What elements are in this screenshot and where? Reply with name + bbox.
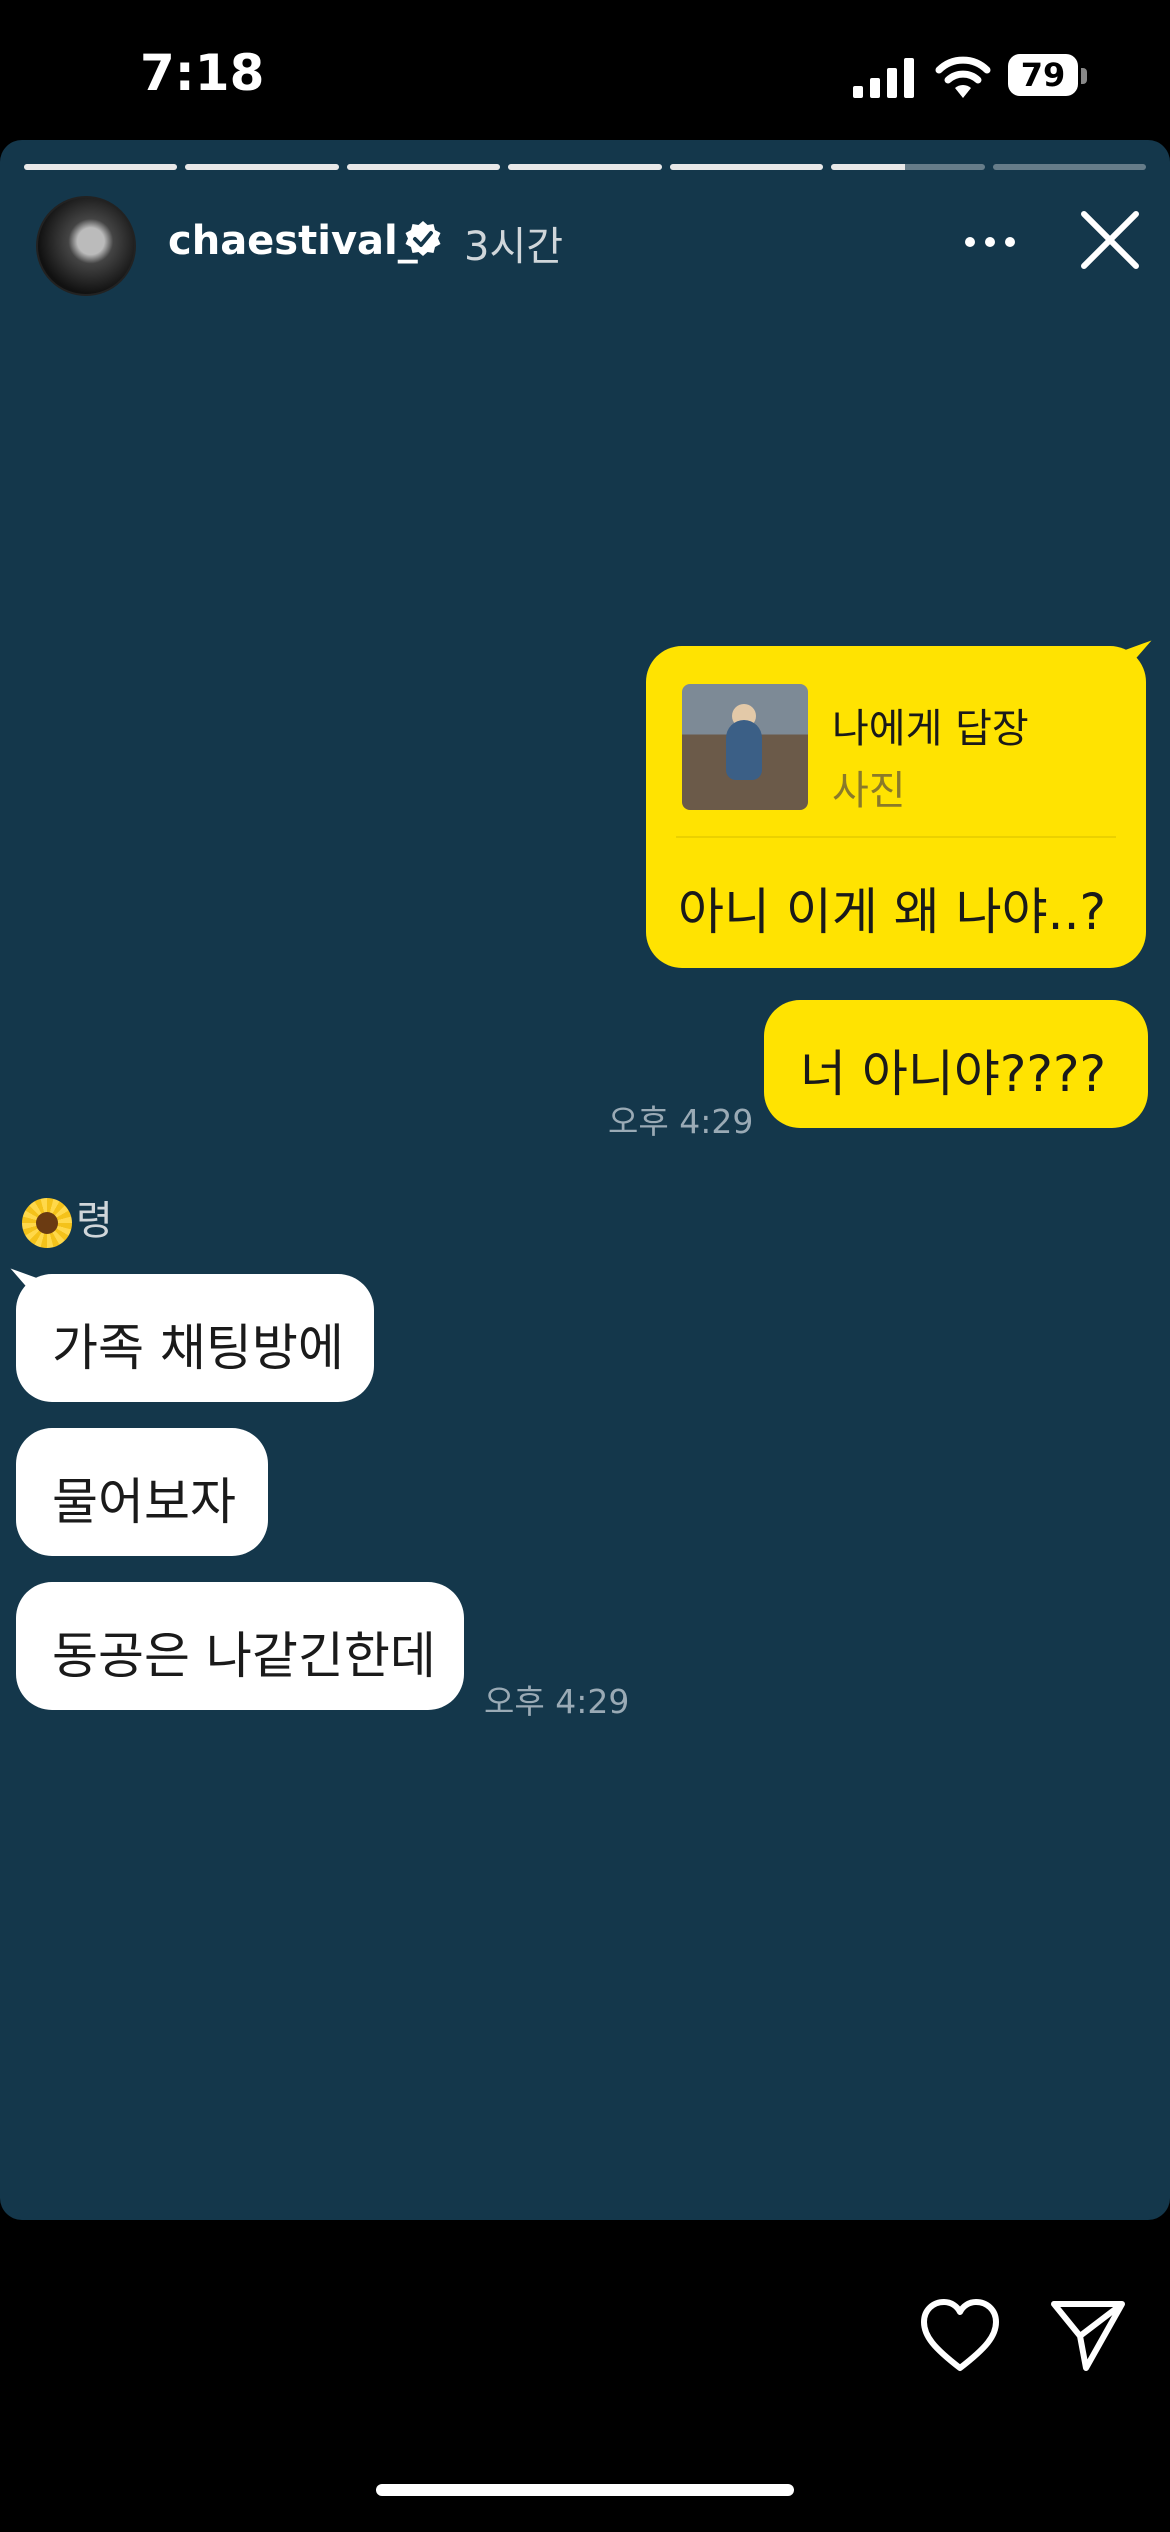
reply-photo-thumbnail bbox=[682, 684, 808, 810]
story-time-ago: 3시간 bbox=[464, 224, 564, 270]
story-panel[interactable]: chaestival_ 3시간 나에게 답장 사진 아니 이게 왜 나야..? … bbox=[0, 140, 1170, 2220]
send-icon[interactable] bbox=[1048, 2298, 1128, 2374]
wifi-icon bbox=[935, 56, 991, 98]
reply-subtitle: 사진 bbox=[832, 768, 906, 814]
message-text: 동공은 나같긴한데 bbox=[52, 1627, 436, 1685]
avatar[interactable] bbox=[36, 196, 136, 296]
battery-icon: 79 bbox=[1008, 54, 1088, 100]
story-progress-segment bbox=[992, 164, 1146, 170]
more-icon[interactable] bbox=[960, 212, 1020, 272]
story-progress-segment bbox=[185, 164, 339, 170]
battery-level: 79 bbox=[1008, 54, 1078, 96]
sender-name-text: 령 bbox=[76, 1198, 113, 1244]
their-message-bubble[interactable]: 가족 채팅방에 bbox=[16, 1274, 374, 1402]
reply-message-bubble[interactable]: 나에게 답장 사진 아니 이게 왜 나야..? bbox=[646, 646, 1146, 968]
cellular-signal-icon bbox=[853, 58, 914, 98]
story-progress-segment bbox=[346, 164, 501, 170]
verified-icon bbox=[405, 221, 441, 256]
sender-name: 령 bbox=[22, 1188, 113, 1248]
their-message-bubble[interactable]: 물어보자 bbox=[16, 1428, 268, 1556]
message-text: 가족 채팅방에 bbox=[52, 1319, 344, 1377]
message-timestamp: 오후 4:29 bbox=[484, 1682, 630, 1721]
status-time: 7:18 bbox=[140, 44, 265, 102]
story-progress-segment bbox=[24, 164, 178, 170]
reply-text: 아니 이게 왜 나야..? bbox=[678, 883, 1107, 941]
message-timestamp: 오후 4:29 bbox=[608, 1102, 754, 1141]
home-indicator[interactable] bbox=[376, 2484, 794, 2496]
heart-icon[interactable] bbox=[920, 2298, 1000, 2374]
my-message-bubble[interactable]: 너 아니야???? bbox=[764, 1000, 1148, 1128]
message-text: 너 아니야???? bbox=[800, 1045, 1107, 1103]
username[interactable]: chaestival_ bbox=[168, 218, 418, 264]
story-header: chaestival_ 3시간 bbox=[0, 192, 1170, 304]
story-progress-segment bbox=[508, 164, 662, 170]
story-progress-bar bbox=[24, 164, 1146, 170]
status-bar: 7:18 79 bbox=[0, 0, 1170, 140]
story-progress-segment bbox=[669, 164, 824, 170]
reply-title: 나에게 답장 bbox=[832, 706, 1029, 752]
their-message-bubble[interactable]: 동공은 나같긴한데 bbox=[16, 1582, 464, 1710]
close-icon[interactable] bbox=[1074, 204, 1146, 276]
message-text: 물어보자 bbox=[52, 1473, 236, 1531]
sunflower-icon bbox=[22, 1198, 72, 1248]
story-progress-segment bbox=[831, 164, 985, 170]
